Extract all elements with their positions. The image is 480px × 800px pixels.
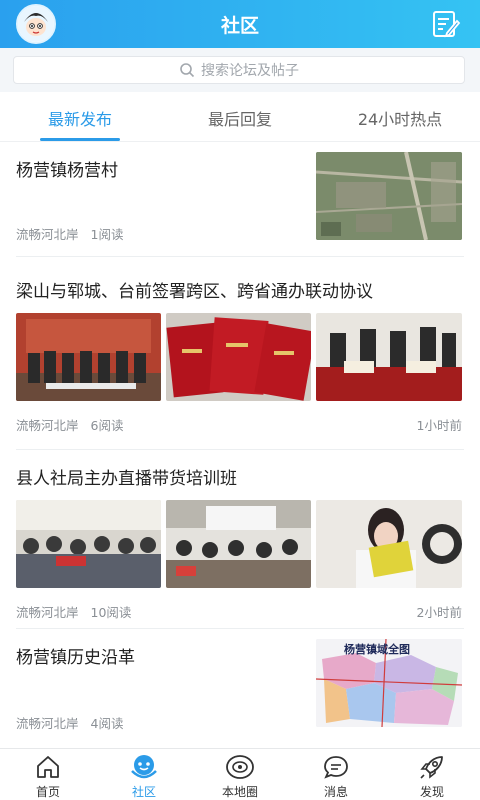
nav-home[interactable]: 首页	[0, 753, 96, 800]
bottom-navigation: 首页 社区 本地圈 消息 发现	[0, 748, 480, 800]
post-time: 1小时前	[416, 418, 462, 433]
post-reads: 1阅读	[90, 227, 124, 242]
nav-community[interactable]: 社区	[96, 753, 192, 800]
post-reads: 6阅读	[90, 418, 124, 433]
nav-discover[interactable]: 发现	[384, 753, 480, 800]
post-title: 杨营镇杨营村	[16, 161, 118, 181]
post-time: 2小时前	[416, 605, 462, 620]
tab-last-reply[interactable]: 最后回复	[160, 106, 320, 130]
post-reads: 4阅读	[90, 716, 124, 731]
message-icon	[324, 756, 348, 779]
compose-button[interactable]	[428, 6, 464, 42]
post-image[interactable]	[16, 500, 161, 588]
tab-latest[interactable]: 最新发布	[0, 106, 160, 130]
post-item[interactable]: 梁山与郓城、台前签署跨区、跨省通办联动协议 流畅河北岸 6阅读 1小时前	[0, 257, 480, 449]
post-author: 流畅河北岸	[16, 227, 79, 242]
search-bar: 搜索论坛及帖子	[0, 48, 480, 92]
post-author: 流畅河北岸	[16, 605, 79, 620]
search-placeholder: 搜索论坛及帖子	[201, 63, 299, 79]
nav-messages[interactable]: 消息	[288, 753, 384, 800]
post-reads: 10阅读	[90, 605, 132, 620]
post-author: 流畅河北岸	[16, 418, 79, 433]
post-image[interactable]	[16, 313, 161, 401]
post-image[interactable]	[316, 313, 462, 401]
post-item[interactable]: 杨营镇杨营村 流畅河北岸 1阅读	[0, 142, 480, 256]
community-icon	[131, 755, 157, 779]
post-author: 流畅河北岸	[16, 716, 79, 731]
nav-label: 社区	[131, 785, 156, 799]
post-meta: 流畅河北岸 1阅读	[16, 224, 123, 243]
post-feed[interactable]: 杨营镇杨营村 流畅河北岸 1阅读 梁山与郓城、台前签署跨区、跨省通办联动协议 流…	[0, 142, 480, 748]
tab-24h-hot[interactable]: 24小时热点	[320, 106, 480, 130]
post-item[interactable]: 县人社局主办直播带货培训班 流畅河北岸 10阅读 2小时前	[0, 450, 480, 628]
top-bar: 社区	[0, 0, 480, 48]
page-title: 社区	[220, 15, 259, 37]
nav-label: 消息	[323, 785, 348, 799]
post-thumbnail[interactable]	[316, 152, 462, 240]
search-input[interactable]: 搜索论坛及帖子	[13, 56, 465, 84]
post-title: 梁山与郓城、台前签署跨区、跨省通办联动协议	[16, 282, 373, 302]
edit-note-icon	[433, 11, 461, 38]
rocket-icon	[420, 756, 443, 779]
tab-indicator	[40, 138, 120, 141]
post-meta: 流畅河北岸 6阅读	[16, 415, 123, 434]
post-item[interactable]: 杨营镇历史沿革 流畅河北岸 4阅读 杨营镇域全图	[0, 629, 480, 747]
nav-label: 本地圈	[221, 785, 258, 799]
feed-tabs: 最新发布 最后回复 24小时热点	[0, 92, 480, 142]
local-circle-icon	[226, 755, 254, 779]
post-meta: 流畅河北岸 4阅读	[16, 713, 123, 732]
nav-label: 首页	[35, 785, 60, 799]
nav-label: 发现	[419, 785, 444, 799]
post-image[interactable]	[166, 500, 311, 588]
home-icon	[37, 756, 59, 778]
post-title: 杨营镇历史沿革	[16, 648, 135, 668]
post-title: 县人社局主办直播带货培训班	[16, 469, 237, 489]
post-meta: 流畅河北岸 10阅读	[16, 602, 131, 621]
map-caption: 杨营镇域全图	[344, 643, 410, 656]
post-image[interactable]	[166, 313, 311, 401]
post-image[interactable]	[316, 500, 462, 588]
post-thumbnail[interactable]: 杨营镇域全图	[316, 639, 462, 727]
nav-local-circle[interactable]: 本地圈	[192, 753, 288, 800]
search-icon	[180, 63, 195, 78]
